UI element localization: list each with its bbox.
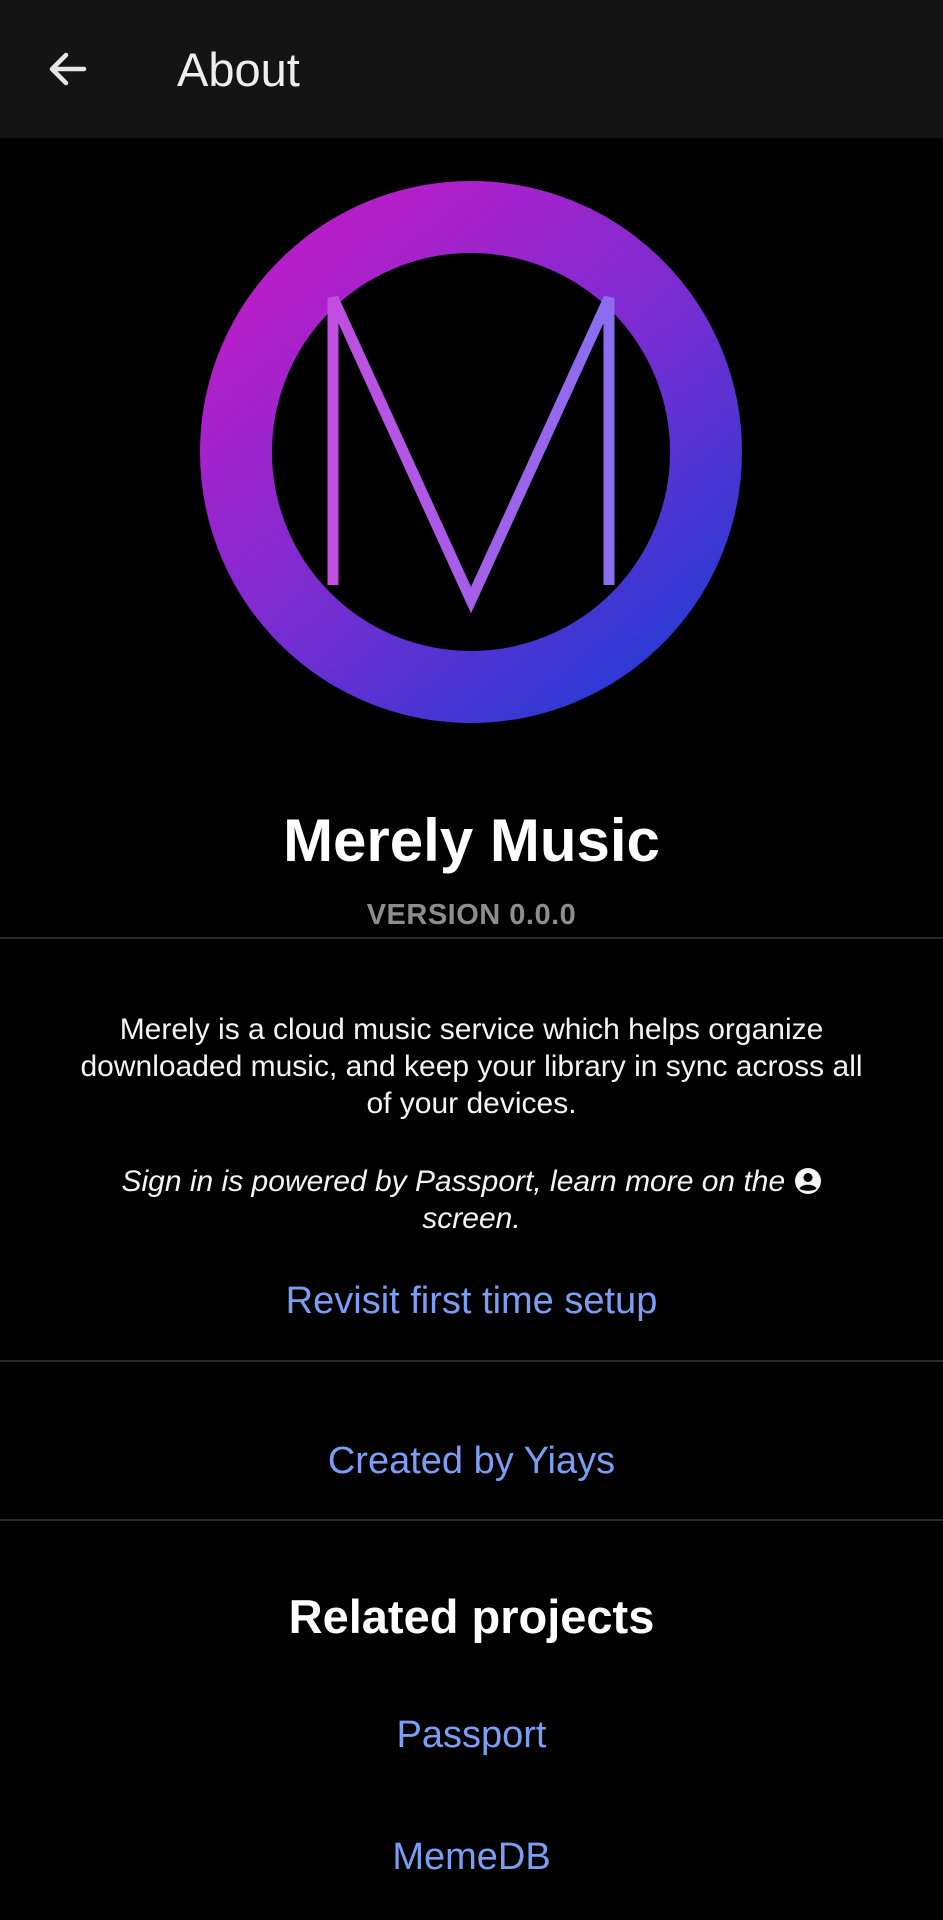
- app-description: Merely is a cloud music service which he…: [80, 1013, 863, 1120]
- created-by-link[interactable]: Created by Yiays: [0, 1438, 943, 1484]
- divider: [0, 937, 943, 939]
- divider: [0, 1360, 943, 1362]
- related-project-passport-link[interactable]: Passport: [0, 1712, 943, 1758]
- app-version: VERSION 0.0.0: [366, 899, 577, 931]
- merely-music-logo: [200, 181, 742, 723]
- account-circle-icon: [794, 1168, 821, 1194]
- related-project-memedb-link[interactable]: MemeDB: [0, 1834, 943, 1880]
- related-projects-title: Related projects: [288, 1590, 655, 1643]
- signin-note: Sign in is powered by Passport, learn mo…: [80, 1163, 863, 1237]
- revisit-setup-link[interactable]: Revisit first time setup: [0, 1278, 943, 1324]
- app-bar: About: [0, 0, 943, 138]
- signin-note-prefix: Sign in is powered by Passport, learn mo…: [121, 1165, 786, 1198]
- page-title: About: [177, 43, 300, 96]
- divider: [0, 1519, 943, 1521]
- arrow-left-icon: [49, 52, 87, 86]
- signin-note-suffix: screen.: [422, 1202, 521, 1235]
- back-button[interactable]: [30, 31, 106, 107]
- app-name: Merely Music: [283, 807, 660, 874]
